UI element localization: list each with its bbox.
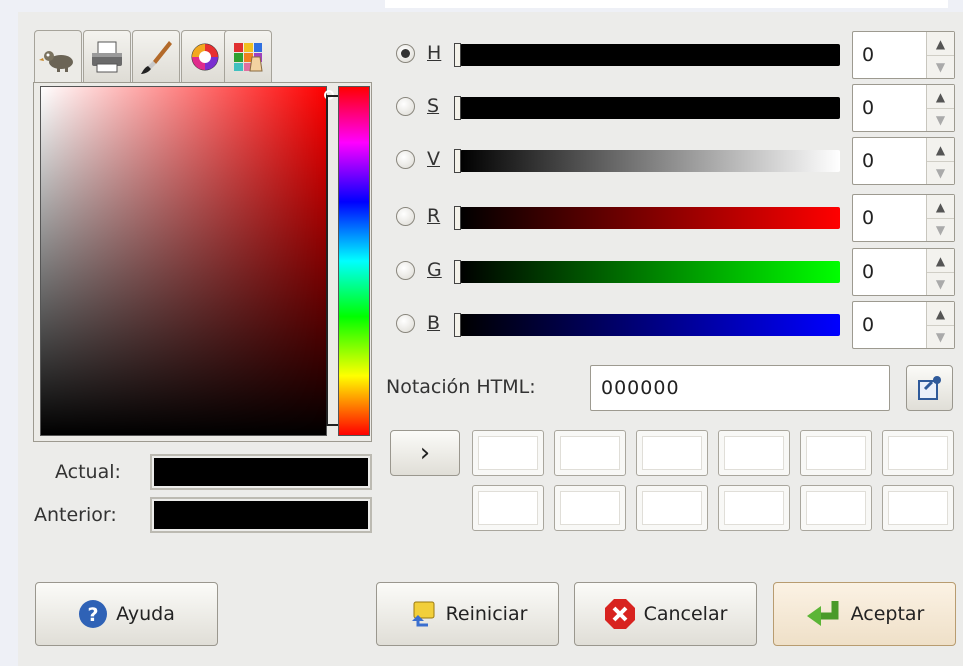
html-notation-input[interactable]: 000000 [590, 365, 890, 411]
tab-color-wheel[interactable] [181, 30, 229, 82]
radio-v[interactable] [396, 150, 415, 169]
slider-h[interactable] [460, 44, 840, 66]
slider-s[interactable] [460, 97, 840, 119]
spin-down-icon[interactable]: ▼ [927, 218, 954, 241]
help-button[interactable]: ? Ayuda [35, 582, 218, 646]
html-notation-value[interactable]: 000000 [601, 377, 680, 399]
chevron-right-icon: › [419, 438, 431, 468]
radio-h[interactable] [396, 44, 415, 63]
slider-b[interactable] [460, 314, 840, 336]
spin-down-icon[interactable]: ▼ [927, 108, 954, 131]
spin-down-icon[interactable]: ▼ [927, 325, 954, 348]
history-expand-button[interactable]: › [390, 430, 460, 476]
slider-r[interactable] [460, 207, 840, 229]
spin-value-g[interactable]: 0 [862, 261, 874, 283]
slider-handle-h[interactable] [454, 43, 461, 67]
color-picker-button[interactable] [906, 365, 953, 411]
palette-icon [234, 42, 263, 71]
history-swatch[interactable] [472, 430, 544, 476]
spin-value-v[interactable]: 0 [862, 150, 874, 172]
slider-handle-b[interactable] [454, 313, 461, 337]
enter-arrow-icon [806, 601, 839, 626]
radio-r[interactable] [396, 207, 415, 226]
title-strip [385, 0, 948, 8]
spin-up-icon[interactable]: ▲ [927, 32, 954, 56]
slider-label-s: S [427, 95, 440, 117]
history-swatch[interactable] [636, 430, 708, 476]
spin-g[interactable]: 0 ▲ ▼ [852, 248, 955, 296]
color-wheel-icon [191, 43, 219, 70]
spin-down-icon[interactable]: ▼ [927, 161, 954, 184]
history-swatch[interactable] [718, 485, 790, 531]
slider-handle-g[interactable] [454, 260, 461, 284]
slider-handle-v[interactable] [454, 149, 461, 173]
slider-label-b: B [427, 312, 441, 334]
spin-value-s[interactable]: 0 [862, 97, 874, 119]
tab-printer[interactable] [83, 30, 131, 82]
reset-icon [411, 601, 435, 627]
slider-v[interactable] [460, 150, 840, 172]
cancel-icon [604, 599, 635, 629]
hue-marker [326, 95, 338, 426]
spin-v[interactable]: 0 ▲ ▼ [852, 137, 955, 185]
cancel-button[interactable]: Cancelar [574, 582, 757, 646]
history-swatch[interactable] [882, 485, 954, 531]
spin-b[interactable]: 0 ▲ ▼ [852, 301, 955, 349]
eyedropper-icon [917, 376, 941, 400]
slider-handle-r[interactable] [454, 206, 461, 230]
spin-value-r[interactable]: 0 [862, 207, 874, 229]
history-swatch[interactable] [800, 485, 872, 531]
history-swatch[interactable] [800, 430, 872, 476]
previous-color-swatch [150, 497, 372, 533]
accept-button[interactable]: Aceptar [773, 582, 956, 646]
history-swatch[interactable] [882, 430, 954, 476]
current-color-label: Actual: [55, 461, 121, 483]
tab-brush[interactable] [132, 30, 180, 82]
accept-button-label: Aceptar [850, 603, 925, 625]
history-swatch[interactable] [554, 485, 626, 531]
html-notation-label: Notación HTML: [386, 376, 536, 398]
spin-up-icon[interactable]: ▲ [927, 249, 954, 273]
slider-label-v: V [427, 148, 440, 170]
help-button-label: Ayuda [116, 603, 175, 625]
spin-down-icon[interactable]: ▼ [927, 272, 954, 295]
radio-g[interactable] [396, 261, 415, 280]
radio-b[interactable] [396, 314, 415, 333]
previous-color-label: Anterior: [34, 504, 117, 526]
gimp-icon [39, 50, 73, 72]
cancel-button-label: Cancelar [643, 603, 728, 625]
printer-icon [92, 41, 122, 72]
history-swatch[interactable] [718, 430, 790, 476]
slider-g[interactable] [460, 261, 840, 283]
reset-button[interactable]: Reiniciar [376, 582, 559, 646]
brush-icon [141, 40, 172, 74]
history-swatch[interactable] [636, 485, 708, 531]
slider-label-h: H [427, 42, 442, 64]
svg-text:?: ? [88, 604, 99, 626]
reset-button-label: Reiniciar [445, 603, 528, 625]
slider-label-g: G [427, 259, 442, 281]
spin-s[interactable]: 0 ▲ ▼ [852, 84, 955, 132]
slider-label-r: R [427, 205, 441, 227]
spin-value-h[interactable]: 0 [862, 44, 874, 66]
history-swatch[interactable] [472, 485, 544, 531]
spin-up-icon[interactable]: ▲ [927, 138, 954, 162]
radio-s[interactable] [396, 97, 415, 116]
spin-value-b[interactable]: 0 [862, 314, 874, 336]
spin-down-icon[interactable]: ▼ [927, 55, 954, 78]
spin-r[interactable]: 0 ▲ ▼ [852, 194, 955, 242]
history-swatch[interactable] [554, 430, 626, 476]
spin-h[interactable]: 0 ▲ ▼ [852, 31, 955, 79]
help-icon: ? [79, 600, 108, 628]
spin-up-icon[interactable]: ▲ [927, 85, 954, 109]
hue-strip[interactable] [338, 86, 370, 436]
spin-up-icon[interactable]: ▲ [927, 302, 954, 326]
saturation-value-area[interactable] [40, 86, 327, 436]
current-color-swatch [150, 454, 372, 490]
tab-palette[interactable] [224, 30, 272, 82]
slider-handle-s[interactable] [454, 96, 461, 120]
spin-up-icon[interactable]: ▲ [927, 195, 954, 219]
tab-gimp[interactable] [34, 30, 82, 84]
